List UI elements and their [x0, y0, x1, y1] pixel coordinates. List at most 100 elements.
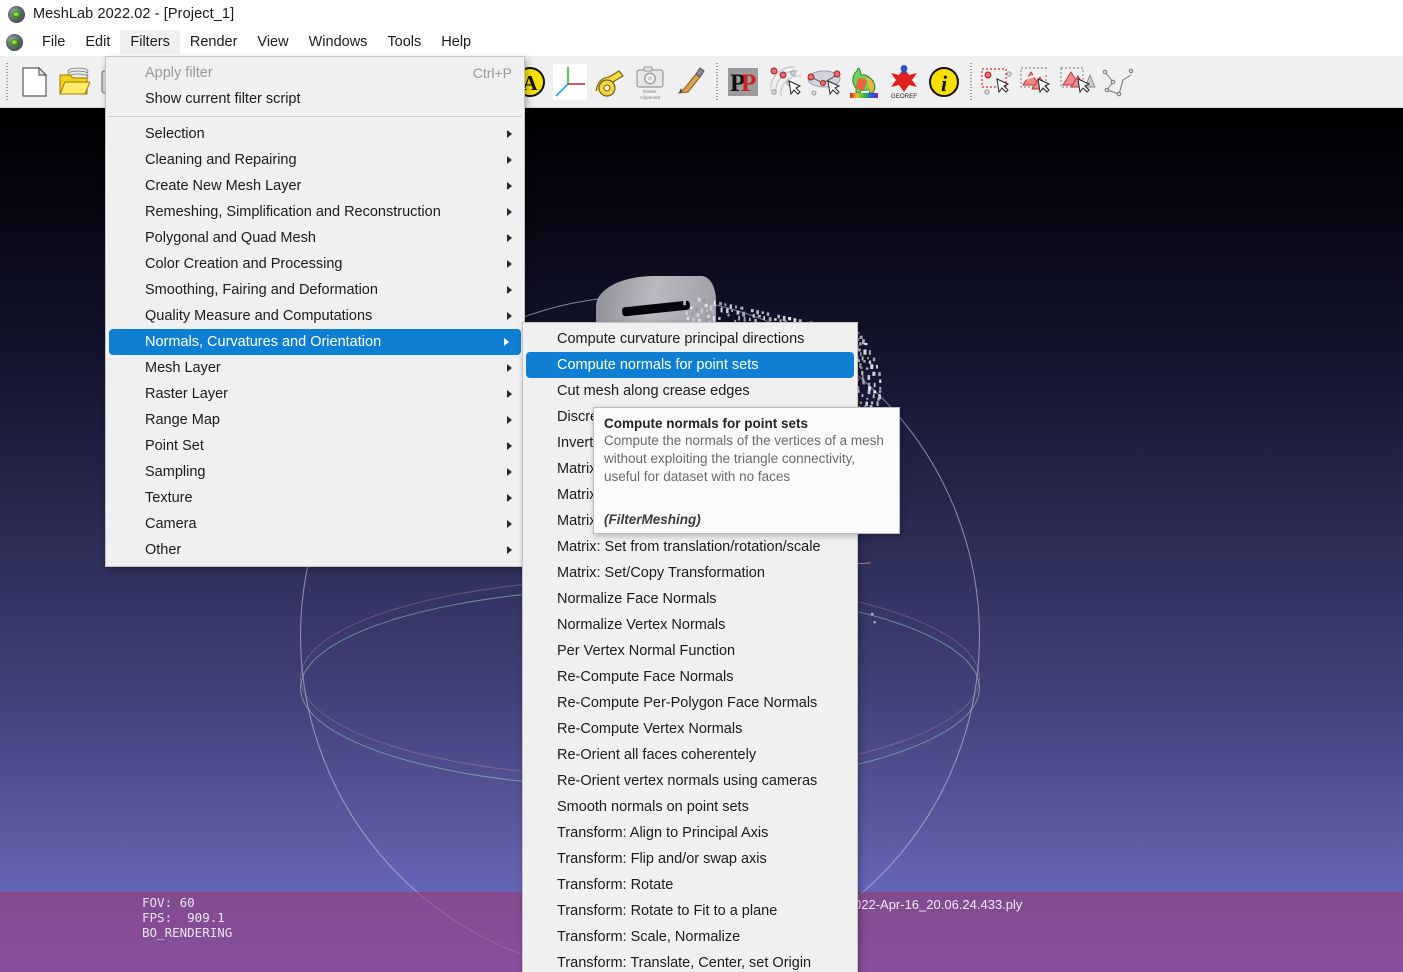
menu-item-cleaning-and-repairing[interactable]: Cleaning and Repairing: [106, 147, 524, 173]
window-title: MeshLab 2022.02 - [Project_1]: [33, 6, 235, 22]
menu-item-label: Other: [145, 542, 182, 558]
menu-item-selection[interactable]: Selection: [106, 121, 524, 147]
chevron-right-icon: [507, 390, 512, 398]
menu-item-smoothing-fairing-deformation[interactable]: Smoothing, Fairing and Deformation: [106, 277, 524, 303]
chevron-right-icon: [507, 520, 512, 528]
submenu-item-matrix-set-copy-transformation[interactable]: Matrix: Set/Copy Transformation: [523, 560, 857, 586]
menu-filters[interactable]: Filters: [120, 30, 180, 54]
svg-text:P: P: [741, 70, 756, 97]
menu-item-label: Discre: [557, 409, 599, 425]
submenu-item-per-vertex-normal-function[interactable]: Per Vertex Normal Function: [523, 638, 857, 664]
submenu-item-matrix-set-from-translation-rotation-scale[interactable]: Matrix: Set from translation/rotation/sc…: [523, 534, 857, 560]
menu-item-label: Apply filter: [145, 65, 213, 81]
tooltip-body: Compute the normals of the vertices of a…: [604, 433, 884, 484]
toolbar-drag-handle-7[interactable]: [966, 62, 975, 101]
menu-item-label: Polygonal and Quad Mesh: [145, 230, 316, 246]
menu-item-color-creation-and-processing[interactable]: Color Creation and Processing: [106, 251, 524, 277]
menu-item-create-new-mesh-layer[interactable]: Create New Mesh Layer: [106, 173, 524, 199]
menu-item-sampling[interactable]: Sampling: [106, 459, 524, 485]
menu-item-label: Smoothing, Fairing and Deformation: [145, 282, 378, 298]
toolbar-drag-handle-6[interactable]: [712, 62, 721, 101]
menu-item-label: Create New Mesh Layer: [145, 178, 302, 194]
menu-item-apply-filter[interactable]: Apply filter Ctrl+P: [106, 60, 524, 86]
submenu-item-compute-normals-for-point-sets[interactable]: Compute normals for point sets: [526, 352, 854, 378]
trackball-axes-icon[interactable]: [550, 60, 590, 104]
open-project-icon[interactable]: [54, 60, 94, 104]
paintbrush-icon[interactable]: [670, 60, 710, 104]
select-vertices-icon[interactable]: [978, 60, 1018, 104]
menu-item-label: Transform: Scale, Normalize: [557, 929, 741, 945]
menu-item-point-set[interactable]: Point Set: [106, 433, 524, 459]
tooltip-plugin-name: (FilterMeshing): [604, 512, 701, 527]
menu-item-label: Matrix: Set/Copy Transformation: [557, 565, 765, 581]
colorize-bunny-icon[interactable]: [844, 60, 884, 104]
menu-item-label: Raster Layer: [145, 386, 229, 402]
menu-item-polygonal-and-quad-mesh[interactable]: Polygonal and Quad Mesh: [106, 225, 524, 251]
meshlab-window: MeshLab 2022.02 - [Project_1] File Edit …: [0, 0, 1403, 972]
menu-item-camera[interactable]: Camera: [106, 511, 524, 537]
menu-item-label: Show current filter script: [145, 91, 301, 107]
submenu-item-transform-flip-and-or-swap-axis[interactable]: Transform: Flip and/or swap axis: [523, 846, 857, 872]
submenu-item-re-orient-all-faces-coherentely[interactable]: Re-Orient all faces coherentely: [523, 742, 857, 768]
menu-item-raster-layer[interactable]: Raster Layer: [106, 381, 524, 407]
submenu-item-cut-mesh-along-crease-edges[interactable]: Cut mesh along crease edges: [523, 378, 857, 404]
menu-file[interactable]: File: [32, 30, 75, 54]
submenu-item-re-compute-vertex-normals[interactable]: Re-Compute Vertex Normals: [523, 716, 857, 742]
align-points-icon[interactable]: [804, 60, 844, 104]
pp-points-icon[interactable]: P P: [724, 60, 764, 104]
menu-item-label: Matrix: [557, 461, 597, 477]
submenu-item-re-compute-per-polygon-face-normals[interactable]: Re-Compute Per-Polygon Face Normals: [523, 690, 857, 716]
menu-item-label: Camera: [145, 516, 197, 532]
submenu-item-transform-rotate[interactable]: Transform: Rotate: [523, 872, 857, 898]
submenu-item-re-compute-face-normals[interactable]: Re-Compute Face Normals: [523, 664, 857, 690]
submenu-item-transform-translate-center-set-origin[interactable]: Transform: Translate, Center, set Origin: [523, 950, 857, 972]
menu-item-normals-curvatures-and-orientation[interactable]: Normals, Curvatures and Orientation: [109, 329, 521, 355]
menu-item-label: Quality Measure and Computations: [145, 308, 373, 324]
submenu-item-transform-align-to-principal-axis[interactable]: Transform: Align to Principal Axis: [523, 820, 857, 846]
submenu-item-re-orient-vertex-normals-using-cameras[interactable]: Re-Orient vertex normals using cameras: [523, 768, 857, 794]
submenu-item-transform-rotate-to-fit-to-a-plane[interactable]: Transform: Rotate to Fit to a plane: [523, 898, 857, 924]
render-status-text: FOV: 60 FPS: 909.1 BO_RENDERING: [142, 895, 233, 940]
submenu-item-normalize-vertex-normals[interactable]: Normalize Vertex Normals: [523, 612, 857, 638]
chevron-right-icon: [504, 338, 509, 346]
new-project-icon[interactable]: [14, 60, 54, 104]
menu-view[interactable]: View: [247, 30, 298, 54]
submenu-item-smooth-normals-on-point-sets[interactable]: Smooth normals on point sets: [523, 794, 857, 820]
select-connected-icon[interactable]: [1058, 60, 1098, 104]
submenu-item-compute-curvature-principal-directions[interactable]: Compute curvature principal directions: [523, 326, 857, 352]
menu-item-mesh-layer[interactable]: Mesh Layer: [106, 355, 524, 381]
menu-item-show-filter-script[interactable]: Show current filter script: [106, 86, 524, 112]
menu-item-label: Matrix: [557, 487, 597, 503]
menu-item-label: Cut mesh along crease edges: [557, 383, 750, 399]
submenu-item-normalize-face-normals[interactable]: Normalize Face Normals: [523, 586, 857, 612]
menu-render[interactable]: Render: [180, 30, 248, 54]
menu-item-label: Normalize Vertex Normals: [557, 617, 726, 633]
submenu-item-transform-scale-normalize[interactable]: Transform: Scale, Normalize: [523, 924, 857, 950]
menu-tools[interactable]: Tools: [377, 30, 431, 54]
menu-help[interactable]: Help: [431, 30, 481, 54]
menu-item-texture[interactable]: Texture: [106, 485, 524, 511]
select-faces-icon[interactable]: [1018, 60, 1058, 104]
menu-item-label: Transform: Rotate to Fit to a plane: [557, 903, 778, 919]
chevron-right-icon: [507, 130, 512, 138]
menu-item-quality-measure-and-computations[interactable]: Quality Measure and Computations: [106, 303, 524, 329]
raster-alignment-icon[interactable]: Raster Alignment: [630, 60, 670, 104]
menu-item-label: Re-Orient all faces coherentely: [557, 747, 757, 763]
menu-item-label: Transform: Rotate: [557, 877, 674, 893]
menu-item-label: Remeshing, Simplification and Reconstruc…: [145, 204, 441, 220]
measure-tape-icon[interactable]: [590, 60, 630, 104]
menu-windows[interactable]: Windows: [299, 30, 378, 54]
chevron-right-icon: [507, 286, 512, 294]
menu-item-other[interactable]: Other: [106, 537, 524, 563]
georef-icon[interactable]: GEOREF: [884, 60, 924, 104]
menubar: File Edit Filters Render View Windows To…: [0, 28, 1403, 56]
pick-points-icon[interactable]: [764, 60, 804, 104]
menu-item-remeshing-simplification-reconstruction[interactable]: Remeshing, Simplification and Reconstruc…: [106, 199, 524, 225]
menu-item-label: Color Creation and Processing: [145, 256, 343, 272]
menu-edit[interactable]: Edit: [75, 30, 120, 54]
polyline-icon[interactable]: [1098, 60, 1138, 104]
menu-item-range-map[interactable]: Range Map: [106, 407, 524, 433]
menubar-app-icon[interactable]: [6, 33, 23, 51]
toolbar-drag-handle[interactable]: [2, 62, 11, 101]
info-icon[interactable]: i: [924, 60, 964, 104]
